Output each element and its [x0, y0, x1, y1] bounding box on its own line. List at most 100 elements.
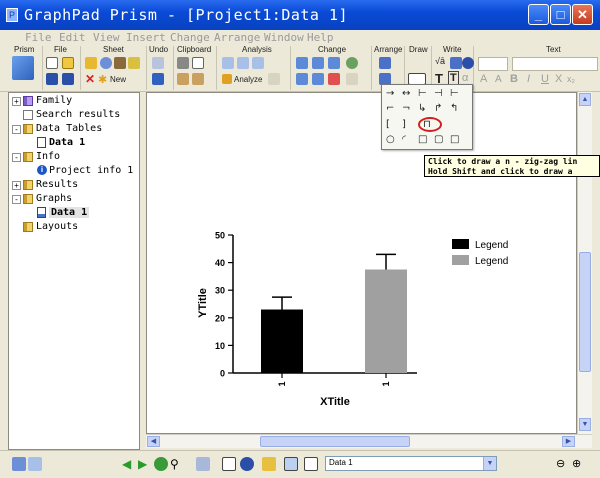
analysis-grid-icon[interactable] [252, 57, 264, 69]
change-graph-type-icon[interactable] [296, 73, 308, 85]
info-sheet-icon[interactable] [240, 457, 254, 471]
link-icon[interactable] [196, 457, 210, 471]
binoculars-icon[interactable]: ⚲ [170, 457, 184, 471]
expander-data-tables[interactable]: - [12, 125, 21, 134]
menu-window[interactable]: Window [264, 31, 304, 44]
go-sheet-icon[interactable] [154, 457, 168, 471]
change-axis-icon[interactable] [312, 57, 324, 69]
graph-sheet-button-icon[interactable] [284, 457, 298, 471]
delete-sheet-icon[interactable]: ✕ [85, 72, 95, 86]
menu-change[interactable]: Change [170, 31, 210, 44]
vertical-scroll-thumb[interactable] [579, 252, 591, 372]
maximize-button[interactable]: □ [550, 4, 571, 25]
vertical-scrollbar[interactable]: ▲ ▼ [577, 92, 592, 434]
menu-view[interactable]: View [93, 31, 120, 44]
superscript-button[interactable]: X [555, 73, 562, 85]
menu-insert[interactable]: Insert [126, 31, 166, 44]
expander-info[interactable]: - [12, 153, 21, 162]
pin-icon[interactable] [128, 57, 140, 69]
write-textbox-icon[interactable]: T [448, 71, 459, 85]
arc-icon[interactable]: ◜ [402, 134, 406, 145]
nav-item-data-tables[interactable]: Data Tables [36, 123, 102, 134]
nav-item-info[interactable]: Info [36, 151, 60, 162]
arrange-align-icon[interactable] [379, 57, 391, 69]
change-scatter-icon[interactable] [328, 73, 340, 85]
results-sheet-icon[interactable] [262, 457, 276, 471]
change-settings-icon[interactable] [346, 73, 358, 85]
data-table-icon[interactable] [222, 457, 236, 471]
nav-item-data-1[interactable]: Data 1 [49, 137, 85, 148]
font-name-field[interactable] [478, 57, 508, 71]
layout-sheet-icon[interactable] [304, 457, 318, 471]
write-alpha-icon[interactable]: α [462, 72, 468, 84]
underline-button[interactable]: U [541, 73, 549, 85]
save-all-icon[interactable] [62, 73, 74, 85]
double-arrow-icon[interactable]: ↔ [402, 88, 410, 99]
minimize-button[interactable]: _ [528, 4, 549, 25]
elbow-arrow-3-icon[interactable]: ↰ [450, 103, 458, 114]
elbow-arrow-2-icon[interactable]: ↱ [434, 103, 442, 114]
nav-item-graphs[interactable]: Graphs [36, 193, 72, 204]
sheet-gear-icon[interactable] [100, 57, 112, 69]
elbow-line-icon[interactable]: ⌐ [386, 103, 394, 114]
prism-cube-icon[interactable] [12, 56, 34, 80]
change-grid-icon[interactable] [328, 57, 340, 69]
scroll-left-icon[interactable]: ◀ [147, 436, 160, 447]
sheet-selector[interactable]: Data 1 ▼ [325, 456, 497, 471]
nav-item-family[interactable]: Family [36, 95, 72, 106]
magic-wand-icon[interactable] [114, 57, 126, 69]
line-arrow-icon[interactable]: → [386, 88, 394, 99]
analysis-settings-icon[interactable] [268, 73, 280, 85]
copy-icon[interactable] [192, 57, 204, 69]
scroll-right-icon[interactable]: ▶ [562, 436, 575, 447]
bold-button[interactable]: B [510, 73, 518, 85]
write-table-icon[interactable] [450, 57, 462, 69]
chevron-down-icon[interactable]: ▼ [483, 457, 496, 470]
horizontal-scrollbar[interactable]: ◀ ▶ [146, 434, 592, 448]
nav-item-search-results[interactable]: Search results [36, 109, 120, 120]
italic-button[interactable]: I [527, 73, 530, 85]
close-button[interactable]: ✕ [572, 4, 593, 25]
bracket-left-icon[interactable]: [ [386, 119, 390, 130]
write-info-icon[interactable] [462, 57, 474, 69]
open-folder-icon[interactable] [62, 57, 74, 69]
table-chart-icon[interactable] [237, 57, 249, 69]
expander-family[interactable]: + [12, 97, 21, 106]
new-file-icon[interactable] [46, 57, 58, 69]
view-gallery-icon[interactable] [28, 457, 42, 471]
nav-item-project-info-1[interactable]: Project info 1 [49, 165, 133, 176]
nav-item-layouts[interactable]: Layouts [36, 221, 78, 232]
bracket-right-icon[interactable]: ] [402, 119, 406, 130]
rounded-rectangle-icon[interactable]: ▢ [434, 134, 443, 145]
elbow-arrow-icon[interactable]: ↳ [418, 103, 426, 114]
bracket-line-icon[interactable]: ⊢ [418, 88, 427, 99]
undo-icon[interactable] [152, 57, 164, 69]
redo-icon[interactable] [152, 73, 164, 85]
square-icon[interactable]: □ [450, 134, 459, 145]
subscript-button[interactable]: x₂ [567, 74, 575, 84]
new-sheet-button[interactable]: New [110, 75, 126, 84]
bar-line-icon[interactable]: ⊢ [450, 88, 459, 99]
analyze-button[interactable]: Analyze [234, 75, 262, 84]
zoom-in-icon[interactable]: ⊕ [572, 457, 586, 471]
horizontal-scroll-thumb[interactable] [260, 436, 410, 447]
zoom-out-icon[interactable]: ⊖ [556, 457, 570, 471]
elbow-line-2-icon[interactable]: ¬ [402, 103, 410, 114]
expander-results[interactable]: + [12, 181, 21, 190]
end-bracket-icon[interactable]: ⊣ [434, 88, 443, 99]
scroll-up-icon[interactable]: ▲ [579, 93, 591, 106]
write-sqrt-icon[interactable]: √ā [435, 56, 445, 66]
increase-font-button[interactable]: A [480, 73, 487, 85]
menu-arrange[interactable]: Arrange [214, 31, 260, 44]
menu-file[interactable]: File [25, 31, 52, 44]
change-format-icon[interactable] [312, 73, 324, 85]
paste-special-icon[interactable] [192, 73, 204, 85]
previous-sheet-icon[interactable]: ◀ [122, 457, 136, 471]
save-icon[interactable] [46, 73, 58, 85]
next-sheet-icon[interactable]: ▶ [138, 457, 152, 471]
nav-item-results[interactable]: Results [36, 179, 78, 190]
scroll-down-icon[interactable]: ▼ [579, 418, 591, 431]
menu-edit[interactable]: Edit [59, 31, 86, 44]
menu-help[interactable]: Help [307, 31, 334, 44]
cut-icon[interactable] [177, 57, 189, 69]
